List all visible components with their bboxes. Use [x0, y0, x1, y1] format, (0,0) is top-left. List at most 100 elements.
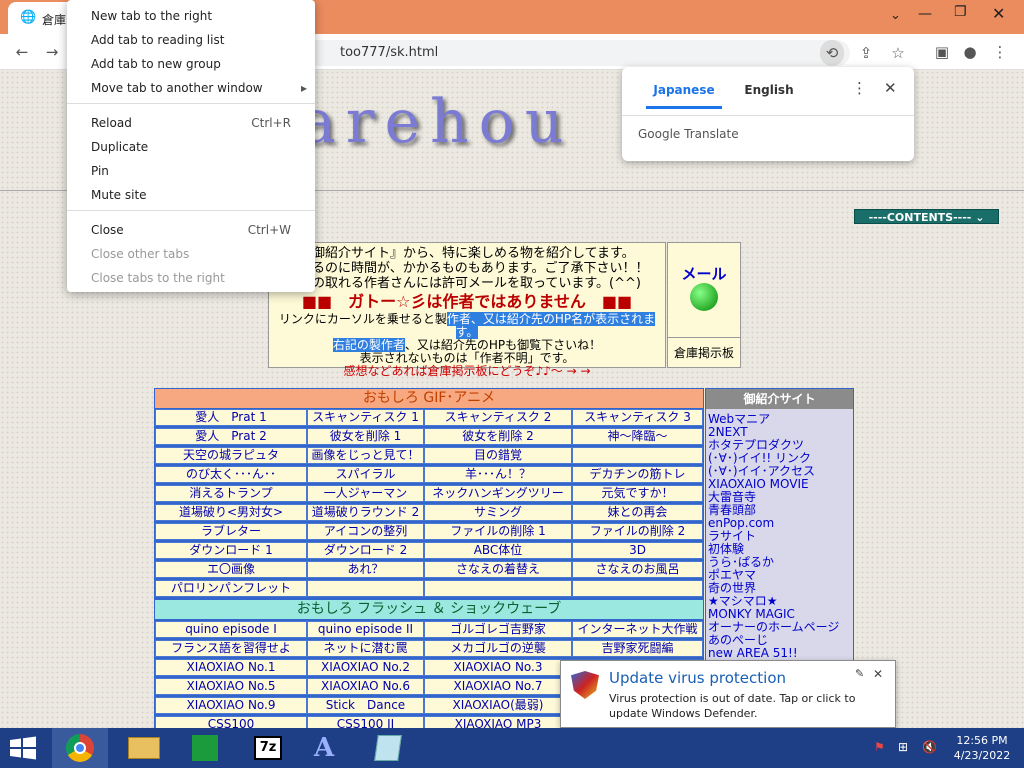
back-icon[interactable]: ←	[10, 39, 34, 65]
table-cell-link[interactable]: あれ？	[307, 561, 424, 578]
table-row: フランス語を習得せよ ネットに潜む罠 メカゴルゴの逆襲 吉野家死闘編	[155, 640, 703, 658]
table-cell-link[interactable]: 3D	[572, 542, 703, 559]
table-cell-link[interactable]: 彼女を削除 1	[307, 428, 424, 445]
table-cell-link[interactable]: XIAOXIAO No.2	[307, 659, 424, 676]
table-cell-link[interactable]: メカゴルゴの逆襲	[424, 640, 572, 657]
table-cell-link[interactable]: 彼女を削除 2	[424, 428, 572, 445]
bookmark-star-icon[interactable]: ☆	[886, 40, 910, 66]
chrome-taskbar-icon[interactable]	[52, 728, 108, 768]
table-cell-link[interactable]: 目の錯覚	[424, 447, 572, 464]
7zip-icon[interactable]: 7z	[240, 728, 296, 768]
menu-item[interactable]: Duplicate	[67, 135, 315, 159]
table-cell-link[interactable]: 元気ですか！	[572, 485, 703, 502]
table-cell-link[interactable]: XIAOXIAO No.3	[424, 659, 572, 676]
table-cell-link[interactable]: 妹との再会	[572, 504, 703, 521]
table-cell-link[interactable]: ダウンロード 1	[155, 542, 307, 559]
table-cell-link[interactable]: 天空の城ラピュタ	[155, 447, 307, 464]
close-icon[interactable]: ✕	[873, 667, 883, 681]
lang-tab-english[interactable]: English	[734, 81, 804, 109]
bbs-link[interactable]: 倉庫掲示板	[668, 337, 740, 367]
table-cell-link[interactable]: XIAOXIAO(最弱)	[424, 697, 572, 714]
side-panel-icon[interactable]: ▣	[930, 39, 954, 65]
table-cell-link[interactable]: 羊･･･ん！？	[424, 466, 572, 483]
table-cell-link[interactable]: ラブレター	[155, 523, 307, 540]
table-cell-link[interactable]: インターネット大作戦	[572, 621, 703, 638]
menu-item[interactable]: Add tab to reading list	[67, 28, 315, 52]
table-cell-link[interactable]: 吉野家死闘編	[572, 640, 703, 657]
table-cell-link[interactable]: スキャンティスク 2	[424, 409, 572, 426]
table-cell-link[interactable]: ファイルの削除 1	[424, 523, 572, 540]
share-icon[interactable]: ⇪	[854, 40, 878, 66]
table-cell-link[interactable]: ゴルゴレゴ吉野家	[424, 621, 572, 638]
table-cell-link[interactable]: パロリンパンフレット	[155, 580, 307, 597]
table-cell-link[interactable]: ABC体位	[424, 542, 572, 559]
menu-item[interactable]: Pin	[67, 159, 315, 183]
table-cell-link[interactable]: 道場破り<男対女>	[155, 504, 307, 521]
table-cell-link[interactable]: 消えるトランプ	[155, 485, 307, 502]
more-options-icon[interactable]: ⋮	[852, 79, 867, 97]
lang-tab-japanese[interactable]: Japanese	[646, 81, 722, 109]
minimize-icon[interactable]: —	[918, 6, 932, 22]
table-cell-link[interactable]: 一人ジャーマン	[307, 485, 424, 502]
profile-icon[interactable]: ●	[958, 39, 982, 65]
table-cell-link[interactable]: スキャンティスク 1	[307, 409, 424, 426]
volume-muted-icon[interactable]: 🔇	[922, 740, 937, 754]
table-cell-link[interactable]: XIAOXIAO No.6	[307, 678, 424, 695]
table-cell-link[interactable]: スキャンティスク 3	[572, 409, 703, 426]
notepad-icon[interactable]	[360, 728, 416, 768]
table-cell-link[interactable]: ネックハンギングツリー	[424, 485, 572, 502]
menu-item[interactable]: Move tab to another window ▸	[67, 76, 315, 100]
menu-item[interactable]: New tab to the right	[67, 4, 315, 28]
menu-icon[interactable]: ⋮	[988, 39, 1012, 65]
table-cell-link[interactable]: サミング	[424, 504, 572, 521]
intro-line[interactable]: 感想などあれば倉庫掲示板にどうぞ♪♪〜 → →	[272, 365, 662, 378]
store-icon[interactable]	[178, 728, 234, 768]
menu-item[interactable]: Close Ctrl+W	[67, 218, 315, 242]
mail-link[interactable]: メール	[668, 263, 740, 284]
table-cell-link[interactable]: デカチンの筋トレ	[572, 466, 703, 483]
menu-item[interactable]: Add tab to new group	[67, 52, 315, 76]
table-cell-link[interactable]: さなえの着替え	[424, 561, 572, 578]
table-cell-link[interactable]: quino episode II	[307, 621, 424, 638]
table-cell-link[interactable]: 道場破りラウンド 2	[307, 504, 424, 521]
table-cell-link[interactable]: フランス語を習得せよ	[155, 640, 307, 657]
defender-notification[interactable]: ✎ ✕ Update virus protection Virus protec…	[560, 660, 896, 728]
table-cell-link[interactable]: quino episode I	[155, 621, 307, 638]
table-cell-link[interactable]: Stick Dance	[307, 697, 424, 714]
restore-icon[interactable]: ❐	[954, 4, 967, 20]
tab-search-icon[interactable]: ⌄	[890, 8, 901, 23]
action-center-flag-icon[interactable]: ⚑	[874, 740, 885, 754]
table-cell-link[interactable]: 愛人 Prat 1	[155, 409, 307, 426]
table-cell-link[interactable]: XIAOXIAO No.5	[155, 678, 307, 695]
globe-icon: 🌐	[20, 10, 37, 25]
table-cell-link[interactable]: スパイラル	[307, 466, 424, 483]
forward-icon[interactable]: →	[40, 39, 64, 65]
pin-icon[interactable]: ✎	[855, 667, 864, 680]
table-cell-link[interactable]: ダウンロード 2	[307, 542, 424, 559]
close-icon[interactable]: ✕	[884, 79, 897, 97]
table-cell-link[interactable]: のび太く･･･ん･･	[155, 466, 307, 483]
table-cell-link[interactable]: 愛人 Prat 2	[155, 428, 307, 445]
table-cell-link[interactable]: ファイルの削除 2	[572, 523, 703, 540]
menu-item[interactable]: Reload Ctrl+R	[67, 111, 315, 135]
table-cell-link[interactable]: アイコンの整列	[307, 523, 424, 540]
windows-start-icon[interactable]	[8, 736, 38, 760]
menu-item[interactable]: Mute site	[67, 183, 315, 207]
mail-ball-icon[interactable]	[690, 283, 718, 311]
network-icon[interactable]: ⊞	[898, 740, 908, 754]
close-window-icon[interactable]: ✕	[992, 4, 1005, 23]
table-cell-link[interactable]: エ〇画像	[155, 561, 307, 578]
table-cell-link[interactable]: XIAOXIAO No.7	[424, 678, 572, 695]
table-cell-link[interactable]: XIAOXIAO No.1	[155, 659, 307, 676]
contents-select[interactable]: ----CONTENTS---- ⌄	[854, 209, 999, 224]
table-cell-link[interactable]: ネットに潜む罠	[307, 640, 424, 657]
table-cell-link[interactable]: XIAOXIAO No.9	[155, 697, 307, 714]
table-cell-link[interactable]: 神〜降臨〜	[572, 428, 703, 445]
table-cell-link[interactable]: さなえのお風呂	[572, 561, 703, 578]
font-app-icon[interactable]: A	[300, 728, 356, 768]
clock[interactable]: 12:56 PM 4/23/2022	[950, 733, 1014, 763]
table-cell-link[interactable]: 画像をじっと見て！	[307, 447, 424, 464]
translate-icon[interactable]: ⟲	[820, 40, 844, 66]
file-explorer-icon[interactable]	[116, 728, 172, 768]
sidebar-link[interactable]: new AREA 51!!	[708, 647, 853, 660]
